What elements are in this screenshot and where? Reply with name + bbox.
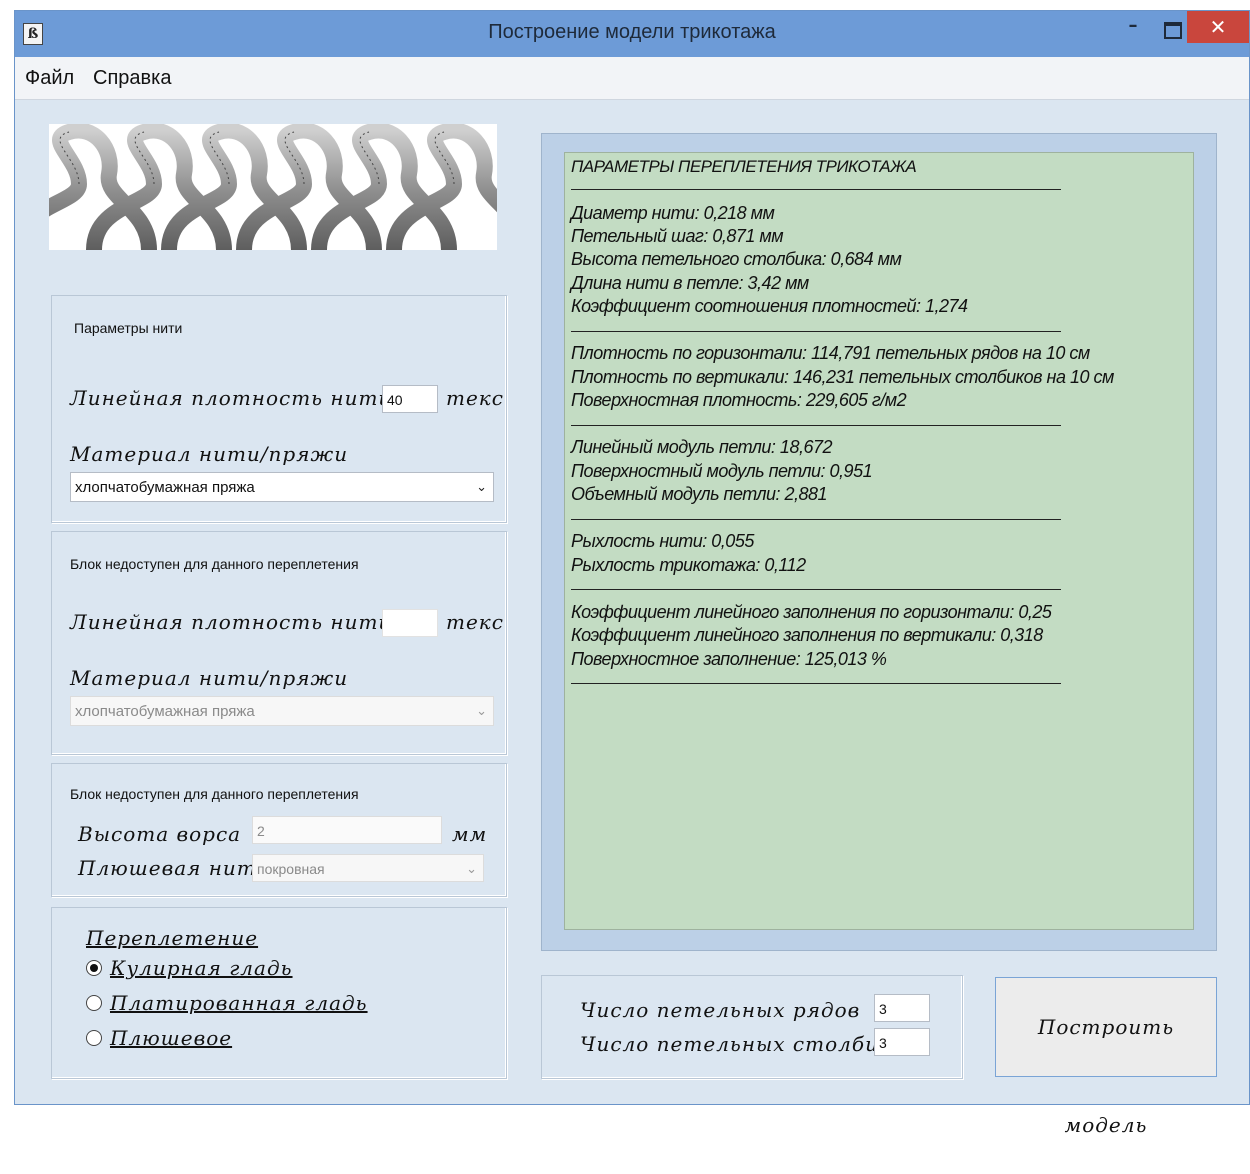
separator [571,519,1061,520]
output-line: Высота петельного столбика: 0,684 мм [571,249,902,269]
output-line: Диаметр нити: 0,218 мм [571,203,775,223]
cols-input[interactable]: 3 [874,1028,930,1056]
separator [571,425,1061,426]
output-line: Рыхлость нити: 0,055 [571,531,754,551]
loop-counts-group: Число петельных рядов 3 Число петельных … [541,975,963,1079]
separator [571,683,1061,684]
plush-thread-select[interactable]: покровная ⌄ [252,854,484,882]
separator [571,189,1061,190]
pile-height-label: Высота ворса [78,822,242,846]
output-line: Плотность по вертикали: 146,231 петельны… [571,367,1114,387]
output-line: Линейный модуль петли: 18,672 [571,437,832,457]
output-frame: ПАРАМЕТРЫ ПЕРЕПЛЕТЕНИЯ ТРИКОТАЖА Диаметр… [541,133,1217,951]
density-input[interactable]: 40 [382,385,438,413]
chevron-down-icon: ⌄ [476,479,487,494]
build-model-button[interactable]: Построить модель [995,977,1217,1137]
window-title: Построение модели трикотажа [488,21,776,43]
material-select-2-value: хлопчатобумажная пряжа [75,703,255,720]
output-line: Петельный шаг: 0,871 мм [571,226,784,246]
menu-file[interactable]: Файл [25,67,74,90]
weave-heading: Переплетение [86,926,259,950]
yarn-params-heading: Параметры нити [74,320,183,336]
density-unit-2: текс [446,610,504,634]
output-line: Объемный модуль петли: 2,881 [571,484,828,504]
output-line: Поверхностное заполнение: 125,013 % [571,649,887,669]
output-line: Рыхлость трикотажа: 0,112 [571,555,806,575]
pile-height-unit: мм [452,822,488,846]
disabled-block-1: Блок недоступен для данного переплетения… [51,531,507,755]
chevron-down-icon: ⌄ [476,703,487,718]
output-line: Коэффициент линейного заполнения по верт… [571,625,1043,645]
weave-group: Переплетение Кулирная гладь Платированна… [51,907,507,1079]
cols-label: Число петельных столбиков [580,1032,918,1056]
maximize-icon [1164,22,1182,39]
radio-label: Платированная гладь [110,991,368,1015]
rows-label: Число петельных рядов [580,998,861,1022]
output-line: Коэффициент линейного заполнения по гори… [571,602,1052,622]
output-line: Длина нити в петле: 3,42 мм [571,273,809,293]
radio-button[interactable] [86,1030,102,1046]
rows-input[interactable]: 3 [874,994,930,1022]
disabled-block-1-heading: Блок недоступен для данного переплетения [70,556,359,572]
menu-help[interactable]: Справка [93,67,171,90]
disabled-block-2: Блок недоступен для данного переплетения… [51,763,507,897]
output-line: Поверхностная плотность: 229,605 г/м2 [571,390,907,410]
density-label: Линейная плотность нити [70,386,393,410]
density-unit: текс [446,386,504,410]
material-select-2[interactable]: хлопчатобумажная пряжа ⌄ [70,696,494,726]
minimize-button[interactable]: – [1113,11,1153,43]
radio-button-checked[interactable] [86,960,102,976]
chevron-down-icon: ⌄ [466,861,477,876]
parameters-output[interactable]: ПАРАМЕТРЫ ПЕРЕПЛЕТЕНИЯ ТРИКОТАЖА Диаметр… [564,152,1194,930]
yarn-params-group: Параметры нити Линейная плотность нити 4… [51,295,507,523]
density-input-2[interactable] [382,609,438,637]
output-line: Плотность по горизонтали: 114,791 петель… [571,343,1090,363]
separator [571,589,1061,590]
separator [571,331,1061,332]
close-button[interactable]: ✕ [1187,11,1249,43]
material-select-value: хлопчатобумажная пряжа [75,479,255,496]
material-select[interactable]: хлопчатобумажная пряжа ⌄ [70,472,494,502]
density-label-2: Линейная плотность нити [70,610,393,634]
plush-thread-select-value: покровная [257,861,325,877]
pile-height-input[interactable]: 2 [252,816,442,844]
radio-button[interactable] [86,995,102,1011]
radio-label: Плюшевое [110,1026,233,1050]
output-line: Коэффициент соотношения плотностей: 1,27… [571,296,968,316]
client-area: Параметры нити Линейная плотность нити 4… [15,99,1249,1137]
disabled-block-2-heading: Блок недоступен для данного переплетения [70,786,359,802]
main-window: ß Построение модели трикотажа – ✕ Файл С… [14,10,1250,1137]
output-title: ПАРАМЕТРЫ ПЕРЕПЛЕТЕНИЯ ТРИКОТАЖА [571,157,917,176]
knit-pattern-preview [49,124,497,250]
material-label-2: Материал нити/пряжи [70,666,349,690]
title-bar[interactable]: ß Построение модели трикотажа – ✕ [15,11,1249,57]
material-label: Материал нити/пряжи [70,442,349,466]
plush-thread-label: Плюшевая нить [78,856,269,880]
output-line: Поверхностный модуль петли: 0,951 [571,461,873,481]
radio-label: Кулирная гладь [110,956,293,980]
menu-bar: Файл Справка [15,57,1249,100]
